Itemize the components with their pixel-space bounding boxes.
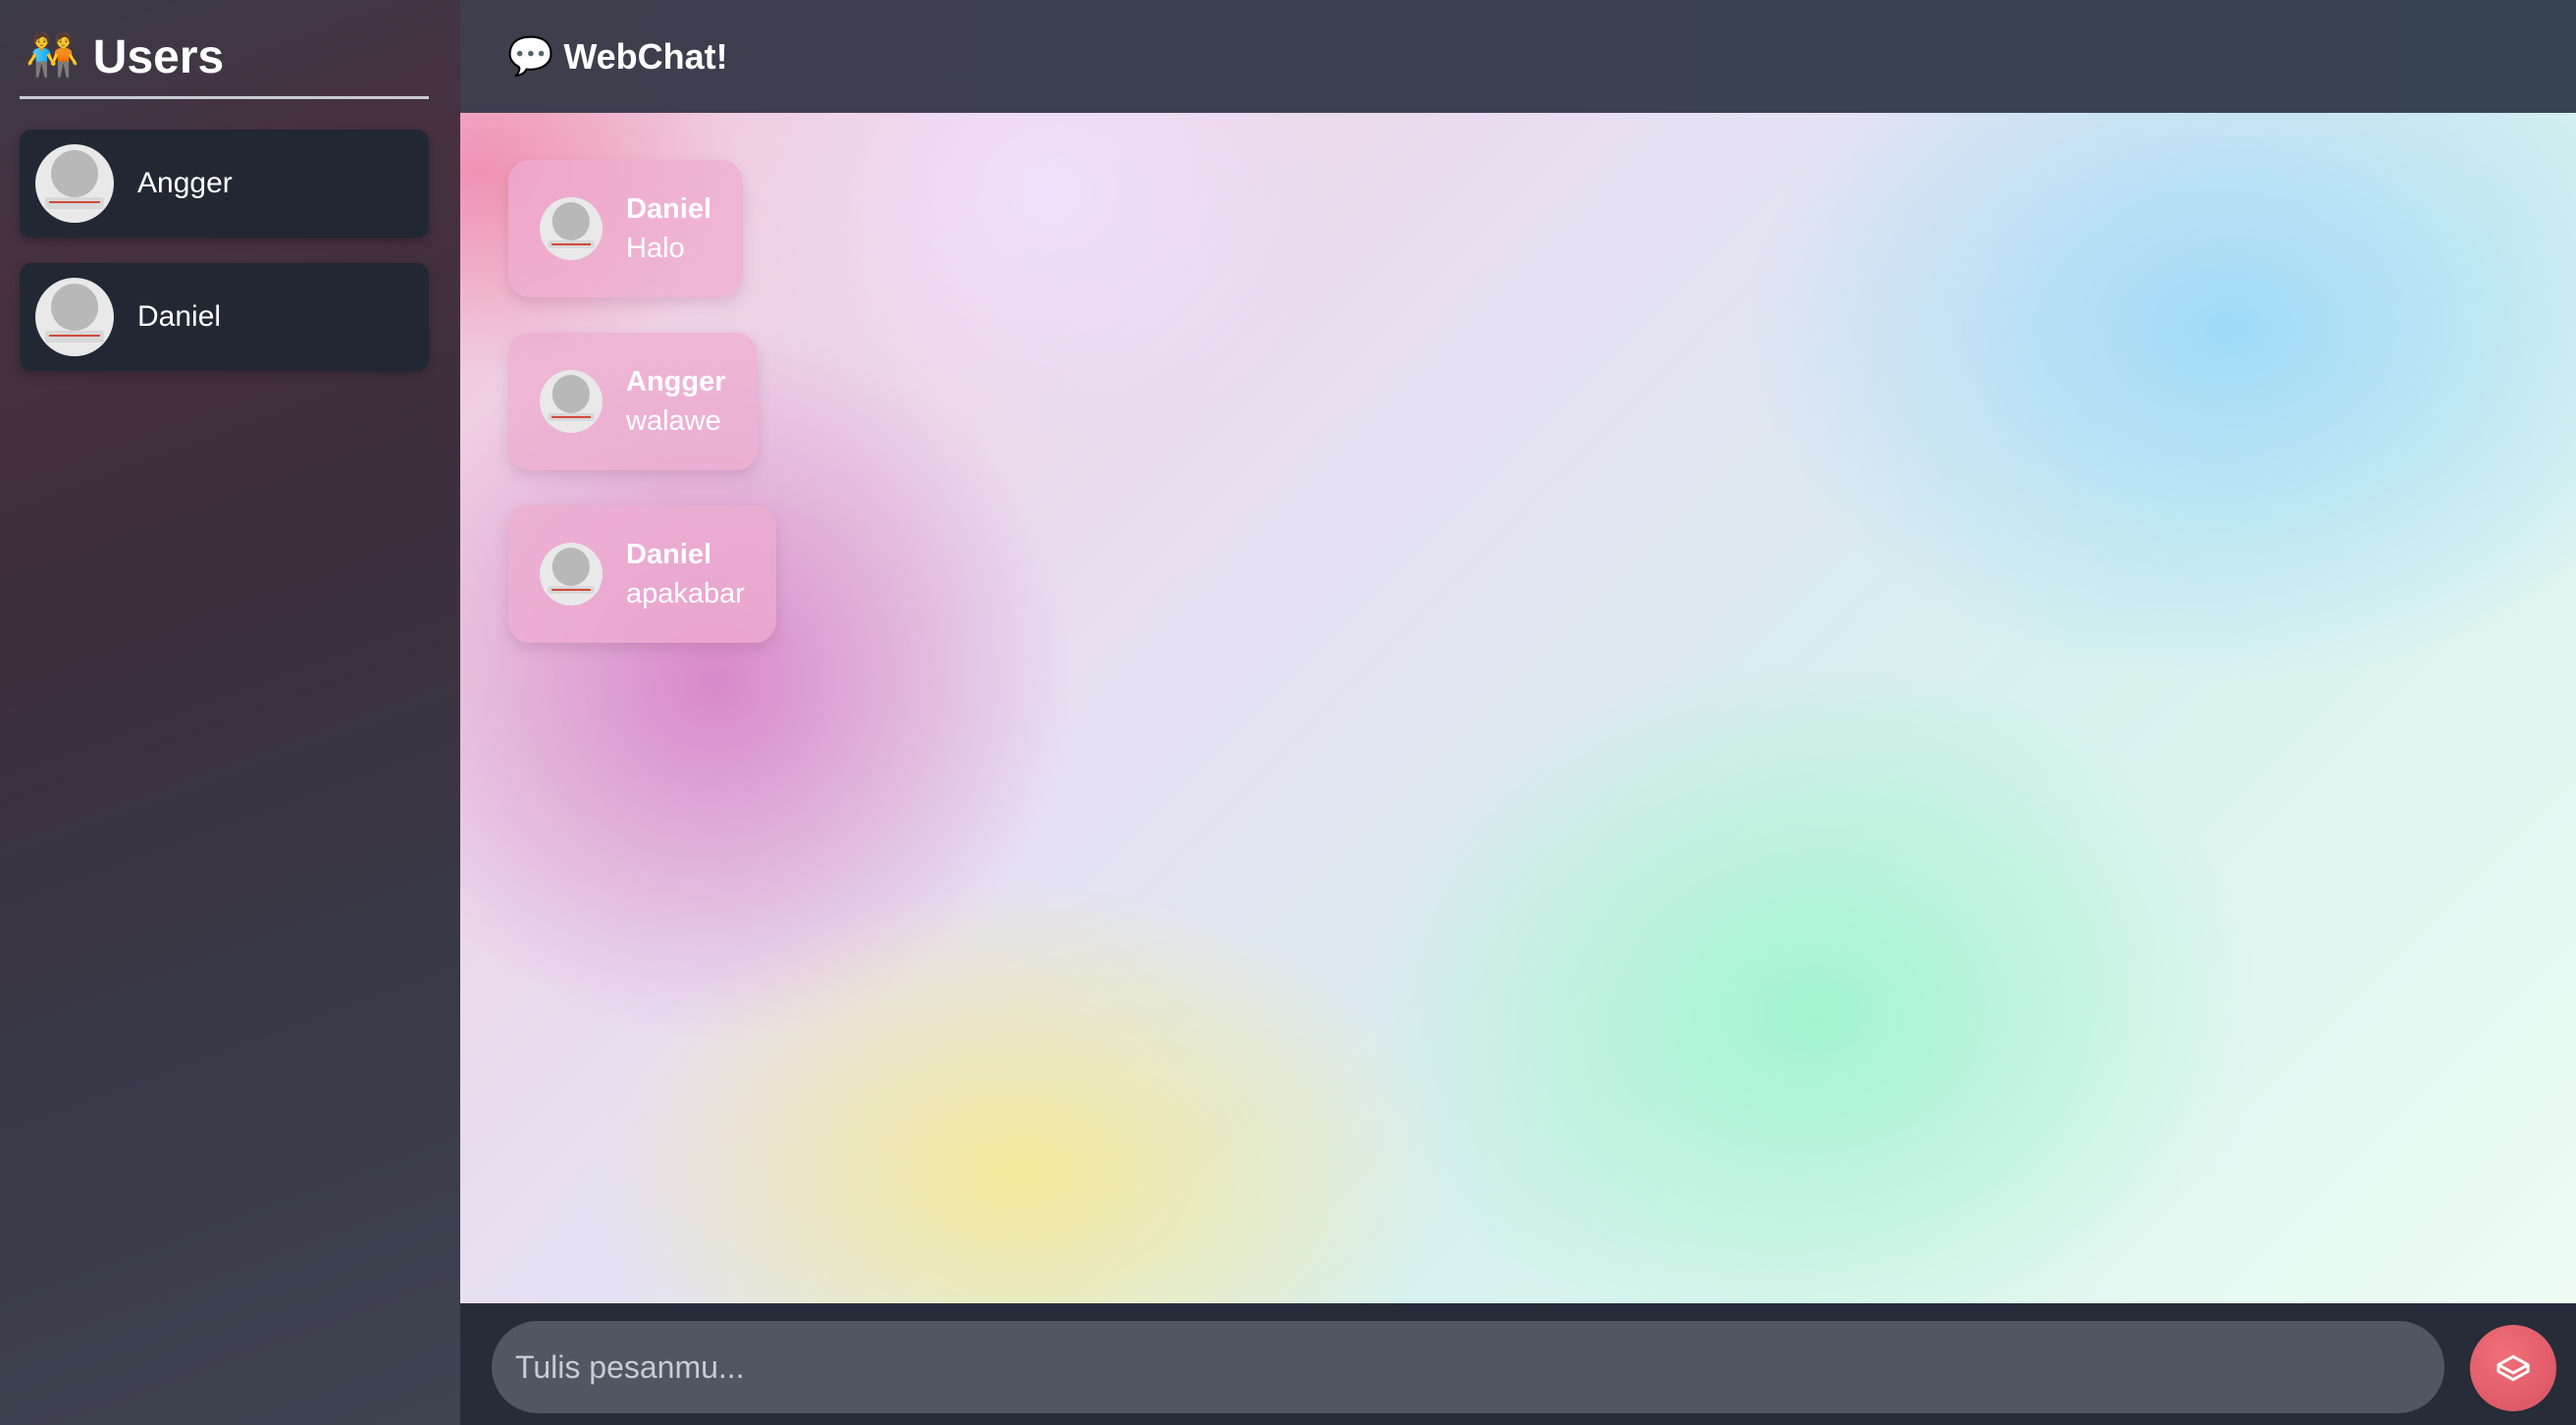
send-button[interactable] [2470, 1325, 2556, 1411]
sidebar-title: Users [92, 30, 225, 83]
message-text: Halo [626, 233, 685, 264]
sidebar-header: 🧑‍🤝‍🧑 Users [20, 18, 429, 99]
avatar [540, 370, 603, 433]
avatar [35, 278, 114, 356]
message-sender: Daniel [626, 539, 712, 570]
message-item: Daniel apakabar [508, 505, 776, 643]
user-item-daniel[interactable]: Daniel [20, 263, 429, 371]
message-area[interactable]: Daniel Halo Angger walawe Daniel apakaba… [460, 113, 2576, 1303]
app-title: WebChat! [563, 35, 728, 77]
message-sender: Angger [626, 366, 726, 397]
message-text: apakabar [626, 578, 745, 609]
people-holding-hands-icon: 🧑‍🤝‍🧑 [26, 32, 79, 80]
composer-bar [460, 1303, 2576, 1425]
message-item: Daniel Halo [508, 160, 744, 297]
user-item-angger[interactable]: Angger [20, 130, 429, 238]
user-name: Daniel [137, 300, 222, 333]
user-name: Angger [137, 167, 233, 199]
send-icon [2497, 1354, 2530, 1382]
avatar [540, 543, 603, 606]
message-text: walawe [626, 405, 721, 437]
avatar [35, 144, 114, 223]
users-sidebar: 🧑‍🤝‍🧑 Users Angger Daniel [0, 0, 460, 1425]
speech-bubble-icon: 💬 [507, 35, 554, 78]
message-item: Angger walawe [508, 333, 758, 470]
avatar [540, 197, 603, 260]
message-sender: Daniel [626, 193, 712, 225]
message-input[interactable] [492, 1321, 2445, 1413]
chat-header: 💬 WebChat! [460, 0, 2576, 113]
